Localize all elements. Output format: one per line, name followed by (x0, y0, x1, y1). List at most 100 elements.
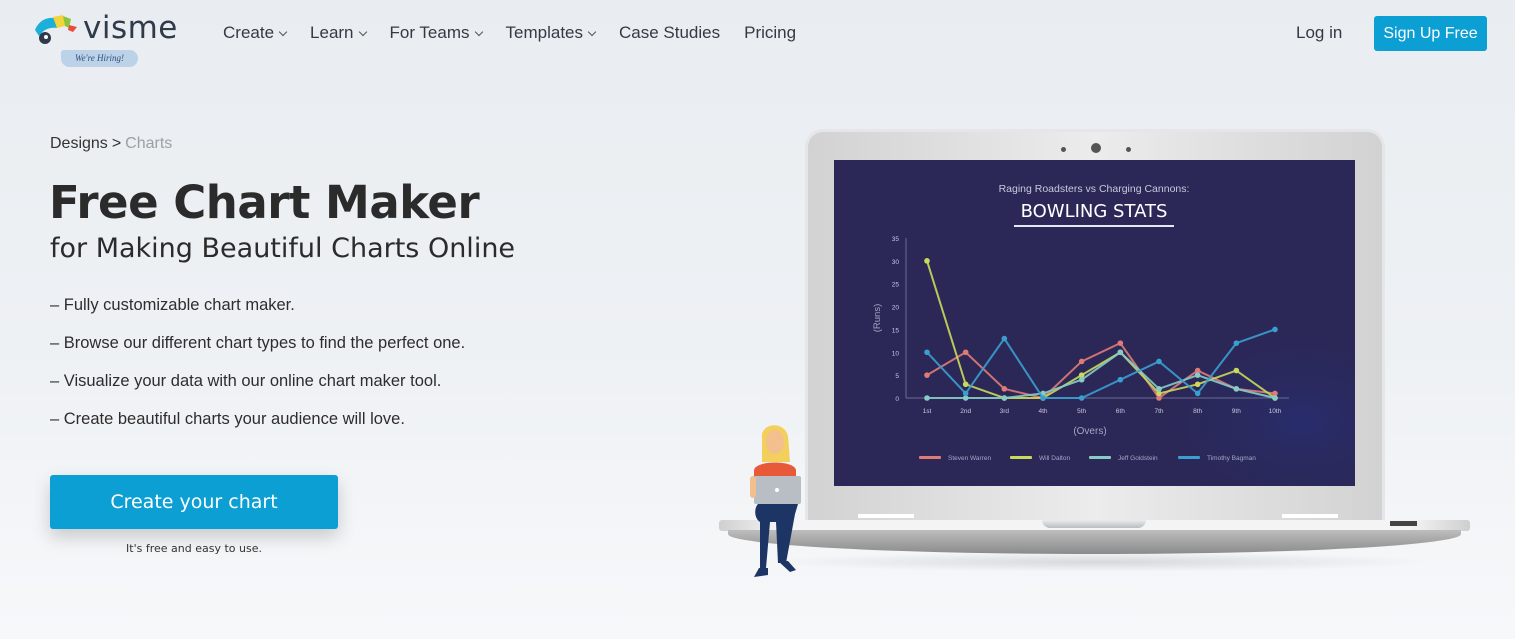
camera-sensor-icon (1061, 147, 1066, 152)
laptop-screen: Raging Roadsters vs Charging Cannons: BO… (834, 160, 1355, 486)
data-point (1117, 376, 1124, 383)
x-axis-label: (Overs) (1073, 426, 1106, 437)
data-point (924, 258, 930, 264)
nav-for-teams-label: For Teams (389, 23, 470, 42)
x-tick-label: 3rd (1000, 408, 1010, 415)
nav-create[interactable]: Create (223, 22, 288, 44)
y-axis-label: (Runs) (872, 304, 883, 333)
x-tick-label: 4th (1038, 408, 1047, 415)
camera-sensor-icon (1126, 147, 1131, 152)
data-point (1117, 340, 1124, 346)
y-tick-label: 20 (892, 305, 900, 312)
nav-create-label: Create (223, 23, 275, 42)
logo-wordmark: visme (83, 10, 178, 46)
hiring-badge[interactable]: We're Hiring! (61, 50, 138, 67)
y-tick-label: 25 (892, 282, 900, 289)
legend-swatch (919, 456, 941, 459)
x-tick-label: 2nd (960, 408, 971, 415)
legend-label: Steven Warren (948, 455, 991, 462)
data-point (1001, 386, 1008, 392)
data-point (1078, 395, 1085, 401)
data-point (1001, 335, 1008, 342)
data-point (1156, 386, 1162, 392)
legend-swatch (1178, 456, 1200, 459)
chevron-down-icon (474, 27, 483, 36)
feature-list: – Fully customizable chart maker. – Brow… (50, 295, 465, 447)
feature-item: – Visualize your data with our online ch… (50, 372, 442, 390)
nav-templates-label: Templates (505, 23, 583, 42)
site-header: visme We're Hiring! Create Learn For Tea… (0, 0, 1515, 75)
y-tick-label: 35 (892, 236, 900, 243)
data-point (962, 349, 969, 356)
y-tick-label: 30 (892, 259, 900, 266)
x-tick-label: 10th (1269, 408, 1282, 415)
laptop-foot (1282, 514, 1338, 518)
bowling-stats-chart: Raging Roadsters vs Charging Cannons: BO… (834, 160, 1355, 486)
login-link[interactable]: Log in (1296, 23, 1342, 43)
data-point (1040, 395, 1046, 401)
feature-item: – Create beautiful charts your audience … (50, 410, 405, 428)
nav-case-studies[interactable]: Case Studies (619, 22, 720, 44)
legend-swatch (1010, 456, 1032, 459)
data-point (1117, 349, 1124, 356)
nav-case-studies-label: Case Studies (619, 23, 721, 42)
data-point (1233, 340, 1240, 346)
visme-logo-icon (35, 15, 77, 44)
visme-logo[interactable]: visme We're Hiring! (33, 10, 193, 70)
data-point (962, 390, 969, 397)
data-point (1078, 376, 1085, 383)
nav-pricing-label: Pricing (744, 23, 797, 42)
nav-templates[interactable]: Templates (505, 22, 597, 44)
legend-label: Timothy Bagman (1207, 455, 1256, 462)
data-point (924, 395, 930, 401)
person-with-laptop-illustration (750, 425, 801, 577)
breadcrumb-separator: > (111, 135, 122, 152)
y-tick-label: 0 (895, 396, 899, 403)
data-point (1272, 326, 1278, 333)
x-tick-label: 9th (1232, 408, 1241, 415)
screen-background-decoration (848, 178, 852, 193)
data-point (1272, 395, 1278, 401)
data-point (962, 381, 969, 388)
breadcrumb-current: Charts (125, 135, 173, 152)
x-tick-label: 1st (923, 408, 932, 415)
data-point (1194, 372, 1201, 378)
data-point (1194, 390, 1201, 397)
chevron-down-icon (358, 27, 367, 36)
data-point (924, 372, 930, 378)
chevron-down-icon (278, 27, 288, 36)
data-point (1156, 358, 1162, 365)
chart-subtitle: Raging Roadsters vs Charging Cannons: (999, 183, 1190, 195)
laptop-shadow (760, 552, 1440, 572)
chevron-down-icon (587, 27, 597, 36)
y-tick-label: 5 (895, 373, 899, 380)
y-tick-label: 10 (892, 350, 900, 357)
nav-for-teams[interactable]: For Teams (389, 22, 483, 44)
breadcrumb: Designs > Charts (50, 135, 172, 153)
signup-button[interactable]: Sign Up Free (1374, 16, 1487, 51)
data-point (924, 349, 930, 356)
cta-note: It's free and easy to use. (126, 542, 262, 555)
breadcrumb-designs[interactable]: Designs (50, 135, 108, 152)
page-subtitle: for Making Beautiful Charts Online (50, 233, 516, 264)
nav-pricing[interactable]: Pricing (744, 22, 796, 44)
data-point (1078, 358, 1085, 365)
nav-learn[interactable]: Learn (310, 22, 367, 44)
feature-item: – Browse our different chart types to fi… (50, 334, 466, 352)
x-tick-label: 8th (1193, 408, 1202, 415)
legend-label: Jeff Goldstein (1118, 455, 1158, 462)
laptop-notch (1042, 520, 1146, 528)
laptop-foot (858, 514, 914, 518)
data-point (1233, 386, 1240, 392)
data-point (1001, 395, 1008, 401)
chart-title: BOWLING STATS (1021, 201, 1168, 222)
camera-icon (1091, 143, 1101, 153)
legend-label: Will Dalton (1039, 455, 1070, 462)
nav-learn-label: Learn (310, 23, 354, 42)
feature-item: – Fully customizable chart maker. (50, 296, 295, 314)
legend-swatch (1089, 456, 1111, 459)
create-chart-button[interactable]: Create your chart (50, 475, 338, 529)
x-tick-label: 6th (1116, 408, 1125, 415)
page-title: Free Chart Maker (49, 176, 480, 229)
x-tick-label: 5th (1077, 408, 1086, 415)
